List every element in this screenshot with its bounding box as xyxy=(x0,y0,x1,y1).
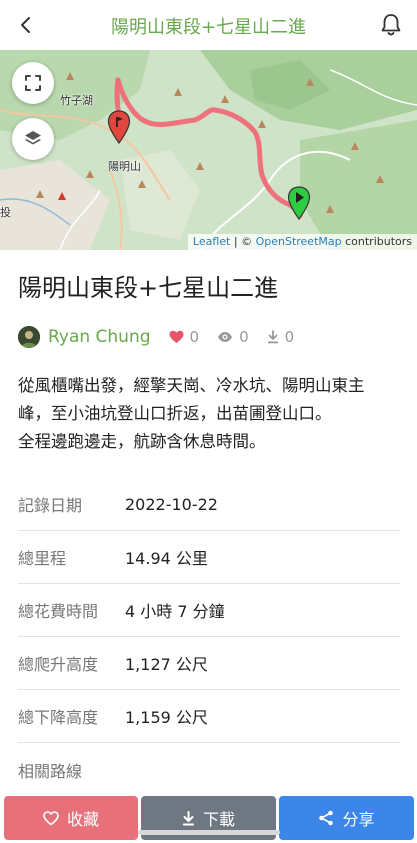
leaflet-link[interactable]: Leaflet xyxy=(193,235,230,248)
avatar[interactable] xyxy=(18,326,40,348)
trail-info-table: 記錄日期 2022-10-22 總里程 14.94 公里 總花費時間 4 小時 … xyxy=(18,478,400,796)
download-label: 下載 xyxy=(202,810,235,829)
info-value: 2022-10-22 xyxy=(125,494,218,514)
trail-title: 陽明山東段+七星山二進 xyxy=(18,274,279,302)
likes-count: 0 xyxy=(189,328,200,346)
route-line xyxy=(114,77,303,219)
bottom-action-bar: 收藏 下載 分享 xyxy=(0,794,417,843)
description-line: 從風櫃嘴出發，經擎天崗、冷水坑、陽明山東主 xyxy=(18,376,365,395)
end-marker[interactable] xyxy=(107,110,131,145)
page-title: 陽明山東段+七星山二進 xyxy=(110,17,307,38)
likes-stat[interactable]: 0 xyxy=(169,328,200,346)
share-icon xyxy=(319,810,334,826)
info-label: 總里程 xyxy=(18,549,67,568)
info-label: 相關路線 xyxy=(18,761,83,781)
info-row-descent: 總下降高度 1,159 公尺 xyxy=(18,690,400,743)
user-avatar-icon xyxy=(18,326,40,348)
start-pin-icon xyxy=(287,186,311,221)
views-count: 0 xyxy=(239,328,249,346)
info-label: 總花費時間 xyxy=(18,602,99,621)
info-row-distance: 總里程 14.94 公里 xyxy=(18,531,400,584)
views-stat: 0 xyxy=(217,328,249,346)
bell-icon xyxy=(381,14,401,36)
description-line: 全程邊跑邊走，航跡含休息時間。 xyxy=(18,432,266,451)
description-line: 峰，至小油坑登山口折返，出苗圃登山口。 xyxy=(18,404,332,423)
heart-outline-icon xyxy=(43,810,59,825)
share-button[interactable]: 分享 xyxy=(279,796,414,840)
home-indicator xyxy=(138,830,280,835)
expand-icon xyxy=(25,75,41,91)
osm-link[interactable]: OpenStreetMap xyxy=(256,235,342,248)
notification-button[interactable] xyxy=(377,11,405,39)
heart-icon xyxy=(169,330,184,343)
map-place-label: 竹子湖 xyxy=(60,94,93,107)
eye-icon xyxy=(218,332,233,342)
download-icon xyxy=(182,810,194,825)
back-button[interactable] xyxy=(12,11,40,39)
attribution-suffix: contributors xyxy=(341,235,412,248)
fullscreen-button[interactable] xyxy=(12,62,54,104)
downloads-stat: 0 xyxy=(267,328,295,346)
info-row-date: 記錄日期 2022-10-22 xyxy=(18,478,400,531)
map-place-label: 投 xyxy=(0,206,11,219)
layers-icon xyxy=(25,131,41,145)
info-row-ascent: 總爬升高度 1,127 公尺 xyxy=(18,637,400,690)
favorite-label: 收藏 xyxy=(66,810,99,829)
info-value: 1,127 公尺 xyxy=(125,655,208,674)
info-value: 1,159 公尺 xyxy=(125,708,208,727)
attribution-separator: | © xyxy=(230,235,256,248)
chevron-left-icon xyxy=(21,17,30,33)
top-bar: 陽明山東段+七星山二進 xyxy=(0,0,417,50)
info-label: 總爬升高度 xyxy=(18,655,99,674)
finish-pin-icon xyxy=(107,110,131,145)
downloads-count: 0 xyxy=(284,328,295,346)
download-icon xyxy=(267,330,278,344)
info-row-related-routes: 相關路線 xyxy=(18,743,400,796)
share-label: 分享 xyxy=(342,810,375,829)
author-row: Ryan Chung 0 0 0 xyxy=(18,324,294,350)
layers-button[interactable] xyxy=(12,118,54,160)
trail-description: 從風櫃嘴出發，經擎天崗、冷水坑、陽明山東主 峰，至小油坑登山口折返，出苗圃登山口… xyxy=(18,372,403,456)
start-marker[interactable] xyxy=(287,186,311,221)
favorite-button[interactable]: 收藏 xyxy=(4,796,138,840)
info-label: 記錄日期 xyxy=(18,496,83,515)
map-place-label: 陽明山 xyxy=(108,160,141,173)
info-value: 4 小時 7 分鐘 xyxy=(125,602,225,621)
map-attribution: Leaflet | © OpenStreetMap contributors xyxy=(187,234,417,250)
info-label: 總下降高度 xyxy=(18,708,99,727)
route-map[interactable]: 竹子湖 陽明山 投 Leaflet | © OpenStreetMap cont… xyxy=(0,50,417,250)
author-name[interactable]: Ryan Chung xyxy=(48,327,151,347)
info-value: 14.94 公里 xyxy=(125,549,208,568)
info-row-duration: 總花費時間 4 小時 7 分鐘 xyxy=(18,584,400,637)
